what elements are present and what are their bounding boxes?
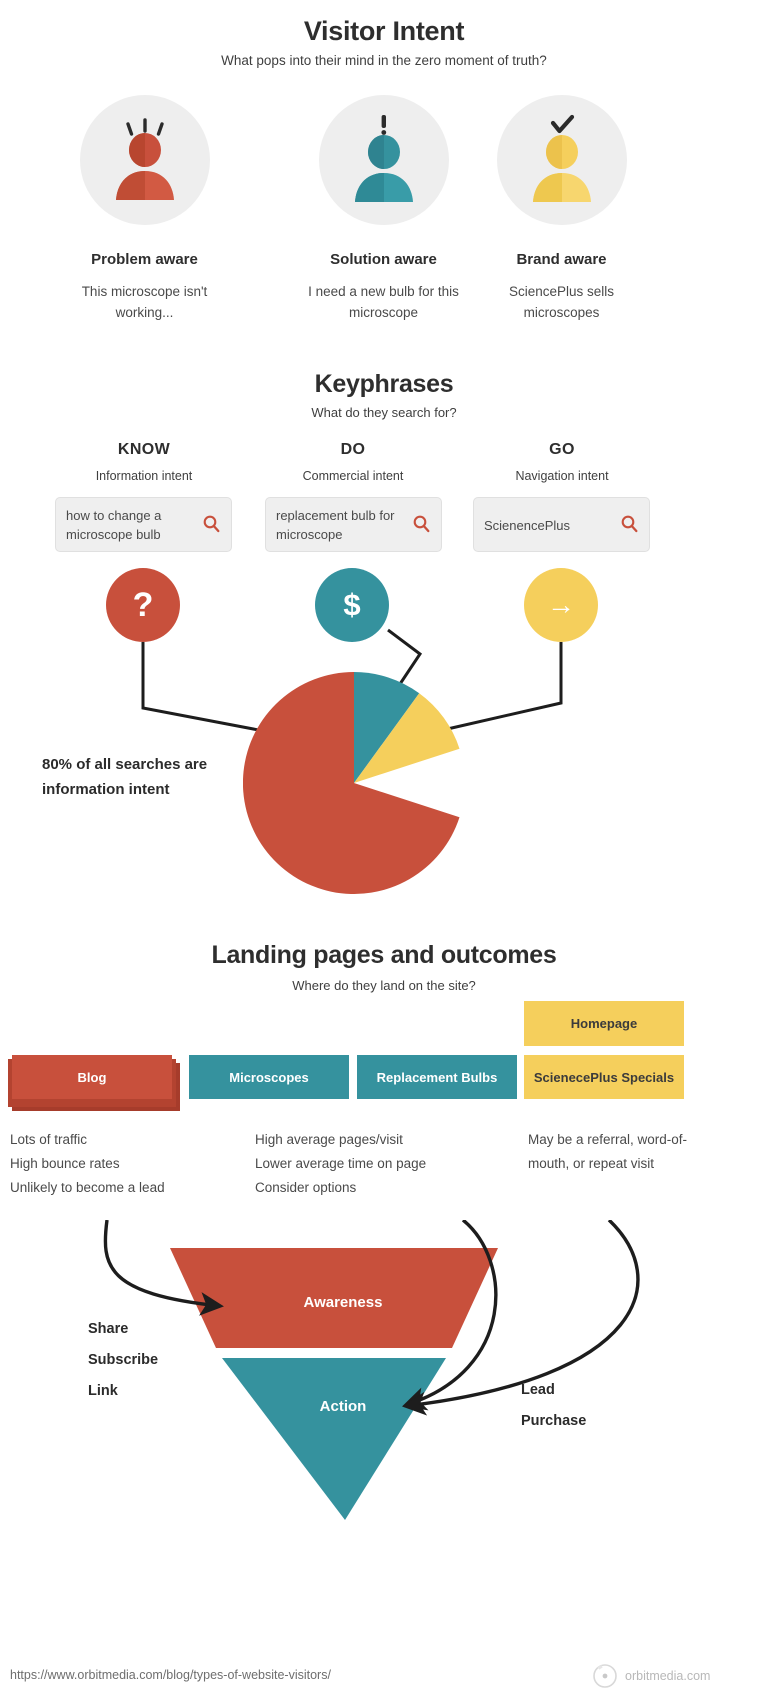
- landing-tab-homepage[interactable]: Homepage: [524, 1001, 684, 1046]
- arrow-right-icon: →: [547, 589, 575, 620]
- orbitmedia-logo-text: orbitmedia.com: [625, 1669, 711, 1683]
- avatar: [496, 95, 627, 225]
- keyphrase-intent-know: Information intent: [95, 469, 193, 483]
- landing-tab-blog[interactable]: Blog: [12, 1055, 172, 1099]
- search-icon[interactable]: [621, 515, 638, 533]
- search-input-know[interactable]: how to change a microscope bulb: [55, 497, 232, 552]
- funnel-segment-action: [222, 1358, 446, 1520]
- person-surprised-icon: [115, 118, 174, 200]
- landing-notes-homepage: May be a referral, word-of-mouth, or rep…: [528, 1132, 688, 1171]
- funnel-label-action: Action: [319, 1398, 367, 1415]
- keyphrase-word-do: DO: [340, 441, 366, 458]
- keyphrase-word-go: GO: [549, 441, 575, 458]
- keyphrase-intent-go: Navigation intent: [515, 469, 609, 483]
- search-query-text: how to change a microscope bulb: [66, 508, 162, 542]
- landing-tab-scienceplus-specials[interactable]: ScienecePlus Specials: [524, 1055, 684, 1099]
- funnel-right-outcomes: Lead Purchase: [521, 1382, 587, 1429]
- source-url[interactable]: https://www.orbitmedia.com/blog/types-of…: [10, 1668, 331, 1682]
- persona-name: Problem aware: [91, 251, 198, 268]
- person-exclamation-icon: [354, 115, 413, 202]
- persona-description: SciencePlus sells microscopes: [508, 284, 615, 320]
- search-query-text: ScienencePlus: [484, 518, 570, 533]
- badge-know-question: ?: [106, 568, 180, 642]
- persona-brand-aware: Brand aware SciencePlus sells microscope…: [439, 95, 684, 323]
- keyphrase-intent-do: Commercial intent: [302, 469, 404, 483]
- pie-annotation: 80% of all searches are information inte…: [42, 756, 208, 798]
- question-mark-icon: ?: [132, 586, 154, 624]
- funnel-label-awareness: Awareness: [303, 1294, 383, 1311]
- visitor-intent-subtitle: What pops into their mind in the zero mo…: [221, 53, 547, 68]
- dollar-sign-icon: $: [343, 587, 361, 622]
- search-input-go[interactable]: ScienencePlus: [473, 497, 650, 552]
- keyphrase-word-know: KNOW: [117, 441, 171, 458]
- search-query-text: replacement bulb for microscope: [276, 508, 395, 542]
- keyphrases-subtitle: What do they search for?: [311, 405, 457, 420]
- search-icon[interactable]: [203, 515, 220, 533]
- infographic-page: Visitor Intent What pops into their mind…: [0, 0, 768, 1706]
- landing-pages-title: Landing pages and outcomes: [211, 941, 557, 969]
- avatar: [79, 95, 210, 225]
- search-icon[interactable]: [413, 515, 430, 533]
- visitor-intent-title: Visitor Intent: [303, 16, 465, 46]
- badge-do-dollar: $: [315, 568, 389, 642]
- persona-problem-aware: Problem aware This microscope isn't work…: [22, 95, 267, 323]
- orbit-logo-icon: [593, 1664, 617, 1688]
- badge-go-arrow: →: [524, 568, 598, 642]
- avatar: [318, 95, 449, 225]
- keyphrases-title: Keyphrases: [314, 370, 454, 398]
- landing-notes-products: High average pages/visit Lower average ti…: [255, 1132, 427, 1195]
- orbitmedia-logo[interactable]: orbitmedia.com: [592, 1662, 710, 1690]
- landing-notes-blog: Lots of traffic High bounce rates Unlikely…: [10, 1132, 165, 1195]
- landing-tab-replacement-bulbs[interactable]: Replacement Bulbs: [357, 1055, 517, 1099]
- search-input-do[interactable]: replacement bulb for microscope: [265, 497, 442, 552]
- landing-pages-subtitle: Where do they land on the site?: [292, 978, 476, 993]
- funnel-left-actions: Share Subscribe Link: [88, 1321, 159, 1399]
- search-intent-pie-chart: [242, 672, 465, 894]
- landing-tab-microscopes[interactable]: Microscopes: [189, 1055, 349, 1099]
- persona-description: This microscope isn't working...: [81, 284, 208, 320]
- person-check-icon: [532, 114, 591, 202]
- persona-name: Brand aware: [516, 251, 607, 268]
